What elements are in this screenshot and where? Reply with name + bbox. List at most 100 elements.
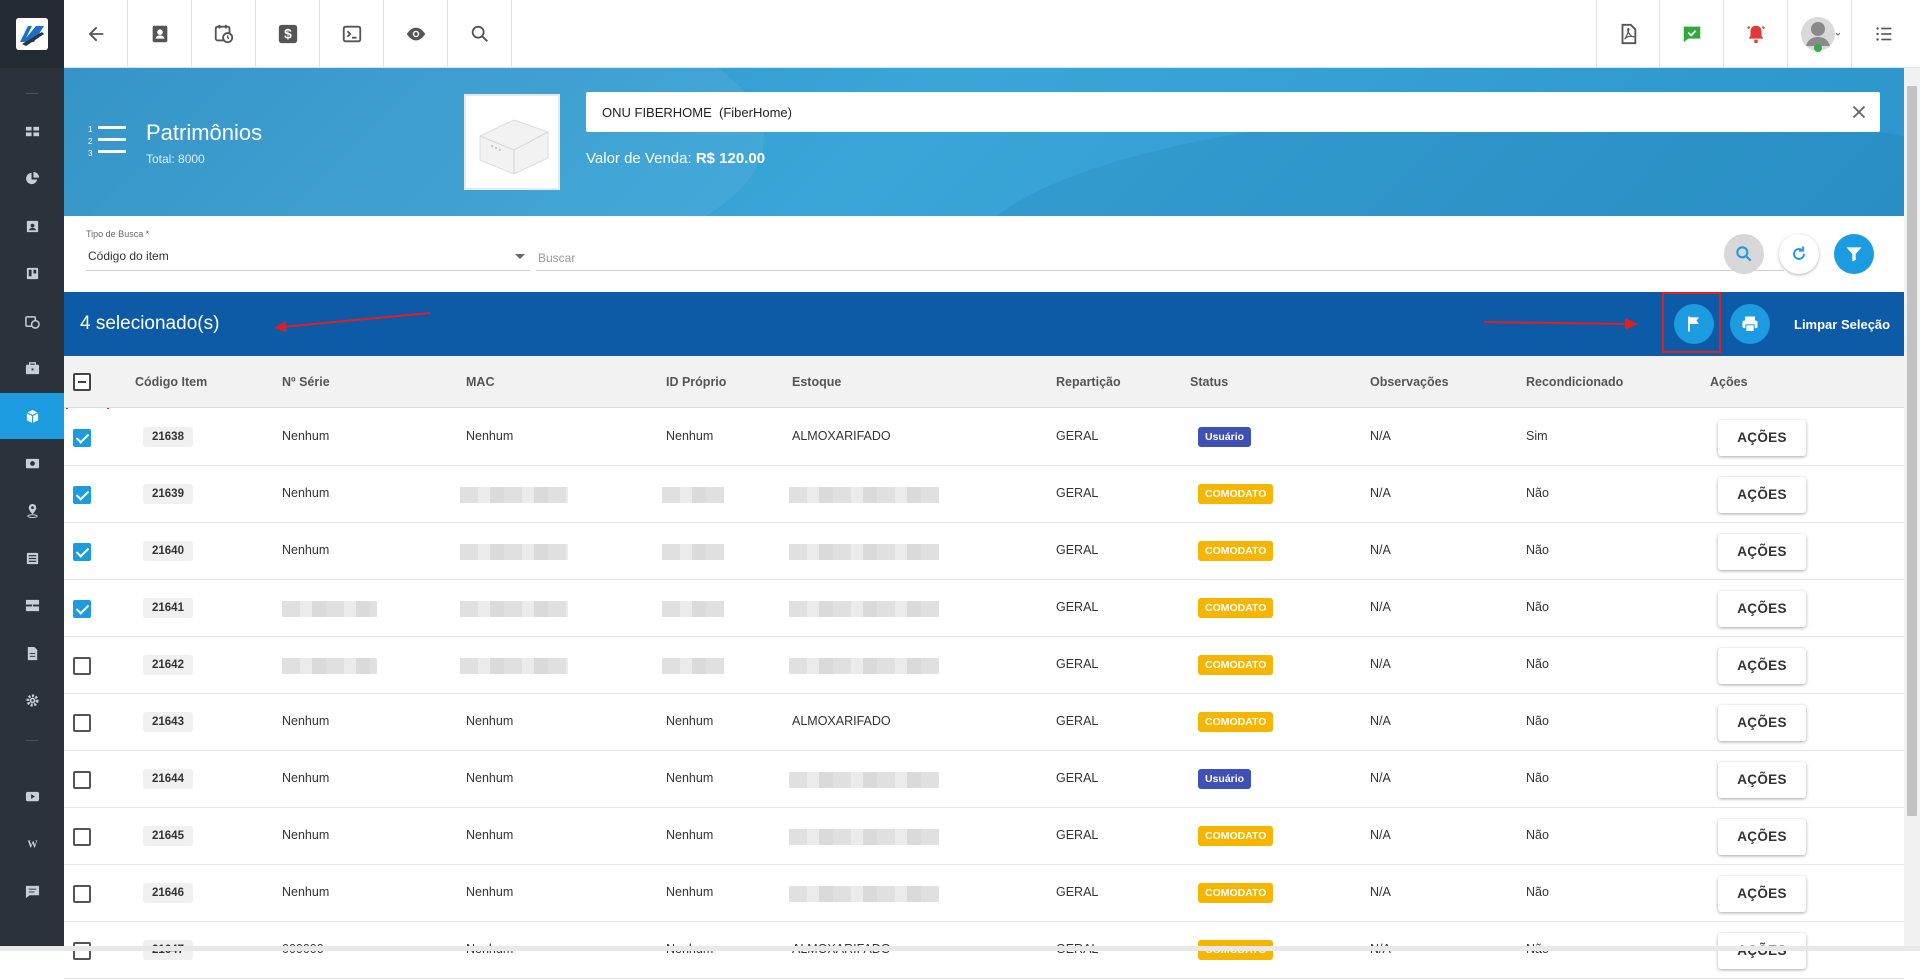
view-button[interactable] xyxy=(384,0,448,68)
sidebar-item-network[interactable] xyxy=(0,582,64,628)
column-header[interactable]: Status xyxy=(1190,375,1228,389)
table-row[interactable]: 21639 Nenhum GERAL COMODATO N/A Não AÇÕES xyxy=(64,466,1904,523)
row-checkbox[interactable] xyxy=(73,885,91,903)
contacts-button[interactable] xyxy=(128,0,192,68)
item-code: 21642 xyxy=(143,655,193,675)
table-row[interactable]: 21645 Nenhum Nenhum Nenhum GERAL COMODATO N/A N… xyxy=(64,808,1904,865)
reconditioned: Não xyxy=(1526,885,1549,899)
reconditioned: Não xyxy=(1526,771,1549,785)
column-header[interactable]: ID Próprio xyxy=(666,375,726,389)
row-checkbox[interactable] xyxy=(73,657,91,675)
main-menu-button[interactable] xyxy=(1852,0,1916,68)
table-row[interactable]: 21642 GERAL COMODATO N/A Não AÇÕES xyxy=(64,637,1904,694)
sidebar-item-board[interactable] xyxy=(0,250,64,296)
sidebar-item-files[interactable] xyxy=(0,630,64,676)
search-input[interactable]: Buscar xyxy=(538,251,575,265)
calendar-clock-icon xyxy=(214,24,233,44)
row-checkbox[interactable] xyxy=(73,543,91,561)
dropdown-arrow-icon[interactable] xyxy=(515,254,525,259)
print-button[interactable] xyxy=(1730,304,1770,344)
sidebar-item-services[interactable] xyxy=(0,345,64,391)
server-icon xyxy=(25,599,39,611)
sidebar-item-videos[interactable] xyxy=(0,773,64,819)
own-id: Nenhum xyxy=(666,885,714,899)
select-all-checkbox[interactable] xyxy=(73,373,91,391)
close-icon[interactable] xyxy=(1848,101,1870,123)
table-row[interactable]: 21641 GERAL COMODATO N/A Não AÇÕES xyxy=(64,580,1904,637)
sidebar-item-map[interactable] xyxy=(0,487,64,533)
row-checkbox[interactable] xyxy=(73,828,91,846)
clear-selection-button[interactable]: Limpar Seleção xyxy=(1794,317,1890,332)
finance-button[interactable]: $ xyxy=(256,0,320,68)
selected-product-field[interactable]: ONU FIBERHOME (FiberHome) xyxy=(586,92,1880,132)
actions-button[interactable]: AÇÕES xyxy=(1718,819,1806,855)
messages-button[interactable] xyxy=(1660,0,1724,68)
department: GERAL xyxy=(1056,657,1099,671)
app-logo[interactable] xyxy=(0,0,64,68)
column-header[interactable]: MAC xyxy=(466,375,494,389)
column-header[interactable]: Nº Série xyxy=(282,375,330,389)
actions-button[interactable]: AÇÕES xyxy=(1718,705,1806,741)
schedule-button[interactable] xyxy=(192,0,256,68)
logo-icon xyxy=(16,18,48,50)
total-count: Total: 8000 xyxy=(146,152,205,166)
mac-address-redacted xyxy=(460,601,568,617)
alerts-button[interactable] xyxy=(1724,0,1788,68)
sidebar-item-reports[interactable] xyxy=(0,155,64,201)
department: GERAL xyxy=(1056,600,1099,614)
actions-button[interactable]: AÇÕES xyxy=(1718,591,1806,627)
column-header: Ações xyxy=(1710,375,1748,389)
column-header[interactable]: Estoque xyxy=(792,375,841,389)
search-submit-button[interactable] xyxy=(1724,234,1764,274)
table-row[interactable]: 21646 Nenhum Nenhum Nenhum GERAL COMODATO N/A N… xyxy=(64,865,1904,922)
search-type-select[interactable]: Código do item xyxy=(88,249,169,263)
sidebar-item-wiki[interactable]: W xyxy=(0,820,64,866)
search-icon xyxy=(471,25,488,42)
sidebar-item-chat[interactable] xyxy=(0,868,64,914)
row-checkbox[interactable] xyxy=(73,714,91,732)
back-button[interactable] xyxy=(64,0,128,68)
table-row[interactable]: 21643 Nenhum Nenhum Nenhum ALMOXARIFADO GERAL… xyxy=(64,694,1904,751)
user-menu-button[interactable] xyxy=(1788,0,1852,68)
sidebar-item-documents[interactable] xyxy=(0,535,64,581)
actions-button[interactable]: AÇÕES xyxy=(1718,876,1806,912)
row-checkbox[interactable] xyxy=(73,429,91,447)
actions-button[interactable]: AÇÕES xyxy=(1718,534,1806,570)
search-button[interactable] xyxy=(448,0,512,68)
column-header[interactable]: Recondicionado xyxy=(1526,375,1623,389)
refresh-button[interactable] xyxy=(1779,234,1819,274)
annotation-arrow-right xyxy=(1483,318,1638,330)
filter-button[interactable] xyxy=(1834,234,1874,274)
table-row[interactable]: 21638 Nenhum Nenhum Nenhum ALMOXARIFADO GERAL… xyxy=(64,409,1904,466)
search-icon xyxy=(1736,246,1752,262)
column-header[interactable]: Código Item xyxy=(135,375,207,389)
scrollbar-thumb[interactable] xyxy=(1907,86,1917,816)
table-row[interactable]: 21644 Nenhum Nenhum Nenhum GERAL Usuário N/A Nã… xyxy=(64,751,1904,808)
row-checkbox[interactable] xyxy=(73,600,91,618)
serial-number-redacted xyxy=(282,601,377,617)
sidebar-item-assets[interactable] xyxy=(0,393,64,439)
serial-number: Nenhum xyxy=(282,486,330,500)
actions-button[interactable]: AÇÕES xyxy=(1718,648,1806,684)
sidebar-item-schedule[interactable] xyxy=(0,298,64,344)
row-checkbox[interactable] xyxy=(73,771,91,789)
pdf-button[interactable] xyxy=(1596,0,1660,68)
sidebar-item-dashboard[interactable] xyxy=(0,108,64,154)
serial-number: Nenhum xyxy=(282,429,330,443)
actions-button[interactable]: AÇÕES xyxy=(1718,420,1806,456)
sidebar-item-clients[interactable] xyxy=(0,203,64,249)
column-header[interactable]: Repartição xyxy=(1056,375,1121,389)
sidebar-divider xyxy=(26,740,38,741)
table-row[interactable]: 21640 Nenhum GERAL COMODATO N/A Não AÇÕES xyxy=(64,523,1904,580)
page-header: 1 2 3 Patrimônios Total: 8000 ONU FIBERH… xyxy=(64,68,1904,216)
row-checkbox[interactable] xyxy=(73,486,91,504)
actions-button[interactable]: AÇÕES xyxy=(1718,933,1806,969)
reconditioned: Não xyxy=(1526,486,1549,500)
row-checkbox[interactable] xyxy=(73,942,91,960)
terminal-button[interactable] xyxy=(320,0,384,68)
actions-button[interactable]: AÇÕES xyxy=(1718,762,1806,798)
sidebar-item-billing[interactable] xyxy=(0,440,64,486)
sidebar-item-settings[interactable] xyxy=(0,677,64,723)
actions-button[interactable]: AÇÕES xyxy=(1718,477,1806,513)
column-header[interactable]: Observações xyxy=(1370,375,1449,389)
